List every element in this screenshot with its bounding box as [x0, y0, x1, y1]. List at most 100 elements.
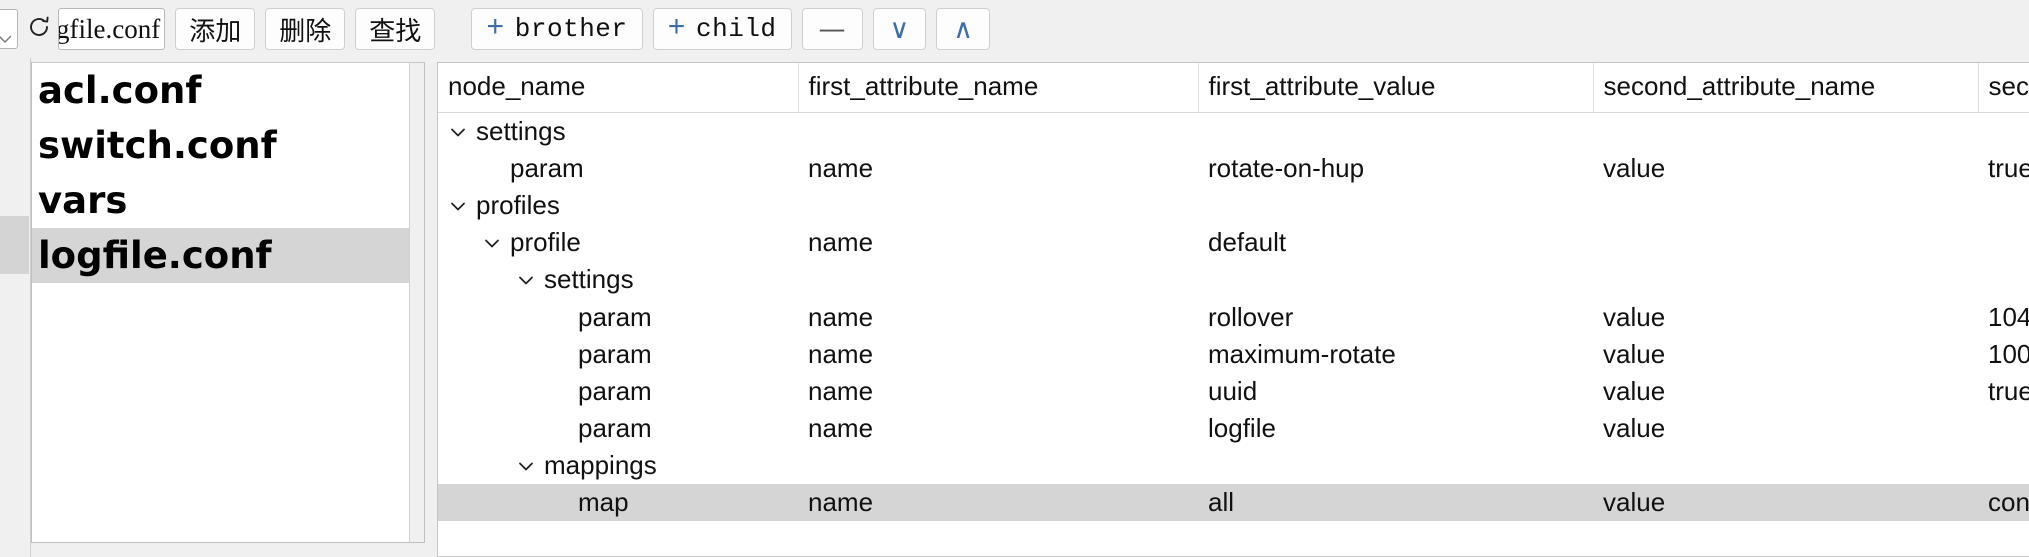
table-row[interactable]: param name rotate-on-hup value true [438, 150, 2029, 187]
file-list-scrollbar[interactable] [409, 63, 424, 542]
cell-second-attribute-value[interactable]: 104857600 [1978, 299, 2029, 336]
chevron-down-icon[interactable] [516, 270, 536, 290]
column-second-attribute-name[interactable]: second_attribute_name [1593, 63, 1979, 113]
file-item-switch-conf[interactable]: switch.conf [32, 118, 424, 173]
refresh-button[interactable] [24, 10, 54, 48]
cell-node-name[interactable]: param [438, 373, 798, 410]
chevron-down-icon[interactable] [482, 233, 502, 253]
cell-first-attribute-value[interactable]: maximum-rotate [1198, 336, 1593, 373]
cell-second-attribute-name[interactable] [1593, 187, 1978, 224]
cell-first-attribute-name[interactable]: name [798, 150, 1198, 187]
cell-first-attribute-name[interactable]: name [798, 484, 1198, 522]
file-path-input[interactable]: logfile.conf [58, 8, 166, 50]
cell-first-attribute-name[interactable]: name [798, 410, 1198, 447]
cell-node-name[interactable]: param [438, 299, 798, 336]
cell-first-attribute-name[interactable] [798, 187, 1198, 224]
move-down-button[interactable]: ∨ [872, 8, 927, 50]
cell-first-attribute-value[interactable] [1198, 187, 1593, 224]
cell-first-attribute-value[interactable]: rotate-on-hup [1198, 150, 1593, 187]
table-row[interactable]: settings [438, 113, 2029, 151]
remove-node-button[interactable]: — [801, 8, 863, 50]
cell-node-name[interactable]: mappings [438, 447, 798, 484]
cell-node-name[interactable]: settings [438, 113, 798, 151]
cell-second-attribute-name[interactable] [1593, 261, 1978, 298]
table-row[interactable]: param name logfile value [438, 410, 2029, 447]
cell-first-attribute-name[interactable]: name [798, 299, 1198, 336]
cell-second-attribute-value[interactable] [1978, 447, 2029, 484]
add-brother-button[interactable]: + brother [471, 8, 643, 50]
cell-first-attribute-name-label: name [808, 375, 874, 406]
cell-second-attribute-name[interactable]: value [1593, 150, 1978, 187]
cell-first-attribute-value[interactable]: rollover [1198, 299, 1593, 336]
chevron-down-icon[interactable] [516, 456, 536, 476]
node-name-label: mappings [544, 449, 657, 480]
delete-button[interactable]: 删除 [265, 8, 346, 50]
cell-node-name[interactable]: param [438, 150, 798, 187]
cell-first-attribute-name[interactable]: name [798, 224, 1198, 261]
cell-second-attribute-value[interactable]: console,info,notice,warning,err,crit,ale… [1978, 484, 2029, 522]
table-row[interactable]: profiles [438, 187, 2029, 224]
cell-first-attribute-name[interactable]: name [798, 336, 1198, 373]
table-row[interactable]: param name uuid value true [438, 373, 2029, 410]
cell-node-name[interactable]: settings [438, 261, 798, 298]
table-row[interactable]: settings [438, 261, 2029, 298]
cell-first-attribute-value[interactable]: all [1198, 484, 1593, 522]
cell-first-attribute-name[interactable] [798, 113, 1198, 151]
cell-node-name[interactable]: param [438, 410, 798, 447]
cell-second-attribute-value[interactable] [1978, 261, 2029, 298]
cell-second-attribute-value-label: console,info,notice,warning,err,crit,ale… [1988, 487, 2029, 518]
cell-second-attribute-value[interactable] [1978, 113, 2029, 151]
cell-second-attribute-value[interactable] [1978, 410, 2029, 447]
cell-node-name[interactable]: profiles [438, 187, 798, 224]
chevron-down-icon[interactable] [448, 196, 468, 216]
left-scrollbar-thumb[interactable] [0, 216, 29, 274]
file-item-vars[interactable]: vars [32, 173, 424, 228]
cell-second-attribute-name[interactable] [1593, 113, 1978, 151]
chevron-down-icon[interactable] [448, 122, 468, 142]
column-node-name[interactable]: node_name [438, 63, 799, 113]
cell-second-attribute-name[interactable]: value [1593, 373, 1978, 410]
cell-second-attribute-value[interactable]: true [1978, 373, 2029, 410]
cell-second-attribute-name[interactable] [1593, 224, 1978, 261]
table-row[interactable]: map name all value console,info,notice,warni… [438, 484, 2029, 522]
cell-node-name[interactable]: profile [438, 224, 798, 261]
cell-second-attribute-value[interactable] [1978, 224, 2029, 261]
add-button[interactable]: 添加 [175, 8, 256, 50]
cell-node-name[interactable]: map [438, 484, 798, 522]
cell-first-attribute-value[interactable]: logfile [1198, 410, 1593, 447]
table-row[interactable]: param name maximum-rotate value 100 [438, 336, 2029, 373]
left-scrollbar[interactable] [0, 58, 31, 557]
cell-first-attribute-value[interactable] [1198, 261, 1593, 298]
column-first-attribute-name[interactable]: first_attribute_name [798, 63, 1199, 113]
column-header-label: node_name [448, 71, 586, 101]
column-second-attribute-value[interactable]: second_attribute_value [1978, 63, 2029, 113]
cell-first-attribute-name[interactable]: name [798, 373, 1198, 410]
cell-first-attribute-value[interactable] [1198, 113, 1593, 151]
column-header-label: second_attribute_value [1988, 71, 2029, 101]
table-row[interactable]: param name rollover value 104857600 [438, 299, 2029, 336]
table-row[interactable]: profile name default [438, 224, 2029, 261]
cell-first-attribute-value[interactable]: uuid [1198, 373, 1593, 410]
move-up-button[interactable]: ∧ [936, 8, 991, 50]
cell-second-attribute-value[interactable]: 100 [1978, 336, 2029, 373]
cell-second-attribute-name[interactable] [1593, 447, 1978, 484]
cell-second-attribute-name[interactable]: value [1593, 336, 1978, 373]
file-item-acl-conf[interactable]: acl.conf [32, 63, 424, 118]
cell-first-attribute-name[interactable] [798, 447, 1198, 484]
cell-first-attribute-value[interactable] [1198, 447, 1593, 484]
cell-first-attribute-name[interactable] [798, 261, 1198, 298]
node-name-label: settings [544, 264, 634, 295]
profile-dropdown[interactable] [0, 9, 18, 49]
cell-first-attribute-value[interactable]: default [1198, 224, 1593, 261]
table-row[interactable]: mappings [438, 447, 2029, 484]
cell-second-attribute-name[interactable]: value [1593, 299, 1978, 336]
add-child-button[interactable]: + child [652, 8, 792, 50]
column-first-attribute-value[interactable]: first_attribute_value [1198, 63, 1594, 113]
file-item-logfile-conf[interactable]: logfile.conf [32, 228, 424, 283]
find-button[interactable]: 查找 [355, 8, 436, 50]
cell-second-attribute-value[interactable]: true [1978, 150, 2029, 187]
cell-second-attribute-name[interactable]: value [1593, 484, 1978, 522]
cell-second-attribute-value[interactable] [1978, 187, 2029, 224]
cell-node-name[interactable]: param [438, 336, 798, 373]
cell-second-attribute-name[interactable]: value [1593, 410, 1978, 447]
